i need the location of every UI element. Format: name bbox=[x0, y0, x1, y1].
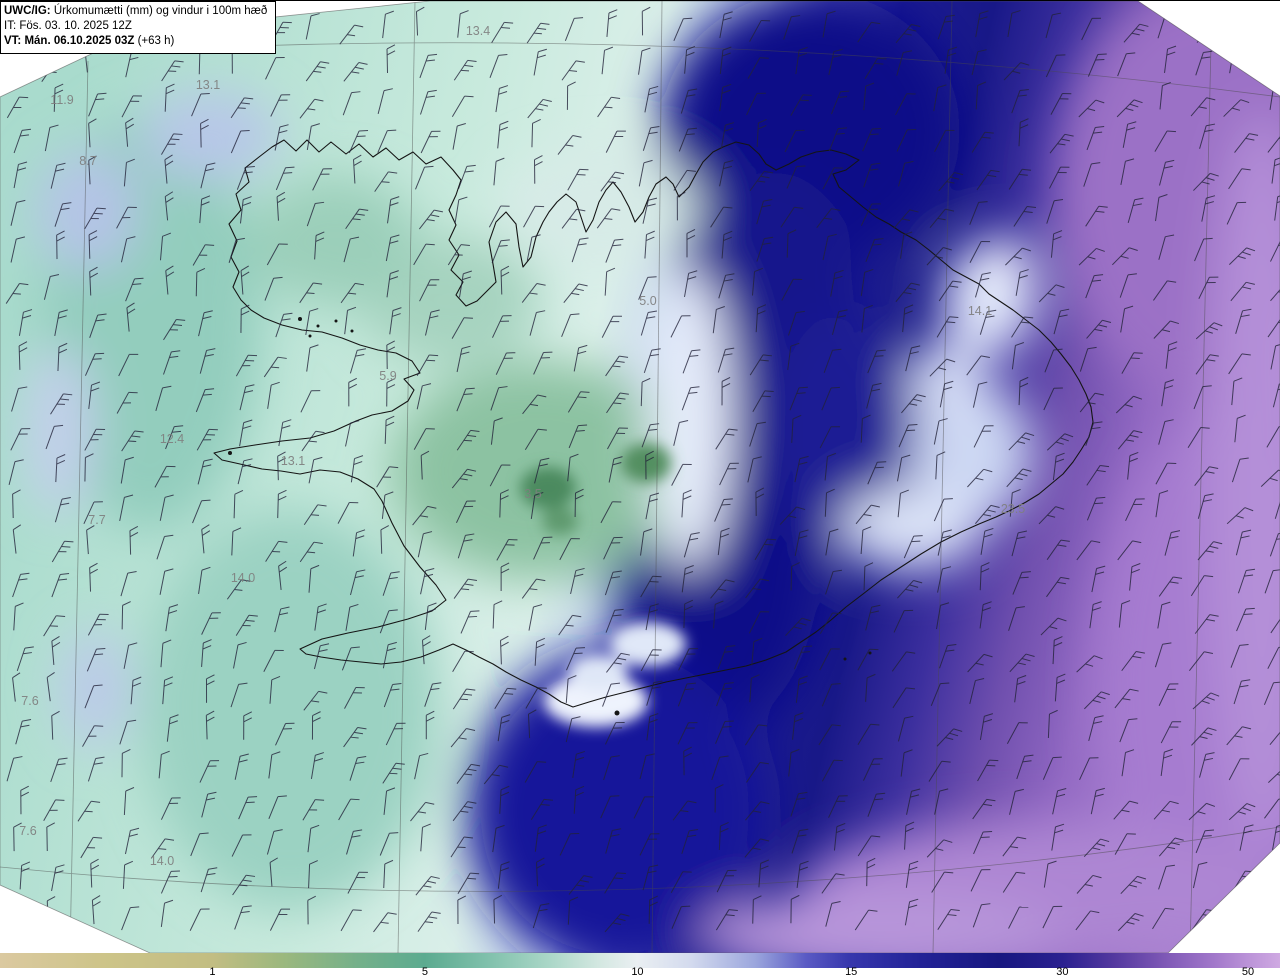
init-time-line: IT: Fös. 03. 10. 2025 12Z bbox=[4, 20, 132, 33]
colorbar-tick-label: 10 bbox=[631, 966, 644, 978]
map-canvas: 13.4 13.1 11.9 8.7 5.0 14.1 5.9 12.4 13.1 3.5 23.5… bbox=[0, 1, 1280, 953]
colorbar-tick-label: 15 bbox=[845, 966, 858, 978]
valid-time-line: VT: Mán. 06.10.2025 03Z (+63 h) bbox=[4, 34, 267, 49]
colorbar-tick-label: 1 bbox=[209, 966, 216, 978]
product-id: UWC/IG: bbox=[4, 5, 51, 17]
weather-map-svg bbox=[0, 1, 1280, 953]
product-info-panel: UWC/IG: Úrkomumætti (mm) og vindur i 100… bbox=[0, 1, 277, 54]
colorbar-tick-label: 30 bbox=[1056, 966, 1069, 978]
lead-time: (+63 h) bbox=[134, 35, 175, 48]
product-title-line: UWC/IG: Úrkomumætti (mm) og vindur i 100… bbox=[4, 4, 267, 19]
colorbar-tick-label: 50 bbox=[1241, 966, 1255, 978]
colorbar-tick-row: 1 5 10 15 30 50 bbox=[0, 966, 1280, 978]
weather-map-page: 13.4 13.1 11.9 8.7 5.0 14.1 5.9 12.4 13.1 3.5 23.5… bbox=[0, 0, 1280, 978]
valid-time: VT: Mán. 06.10.2025 03Z bbox=[4, 35, 135, 48]
colorbar-tick-label: 5 bbox=[421, 966, 429, 978]
product-description: Úrkomumætti (mm) og vindur i 100m hæð bbox=[50, 5, 268, 17]
precip-colorbar: 1 5 10 15 30 50 bbox=[0, 953, 1280, 978]
